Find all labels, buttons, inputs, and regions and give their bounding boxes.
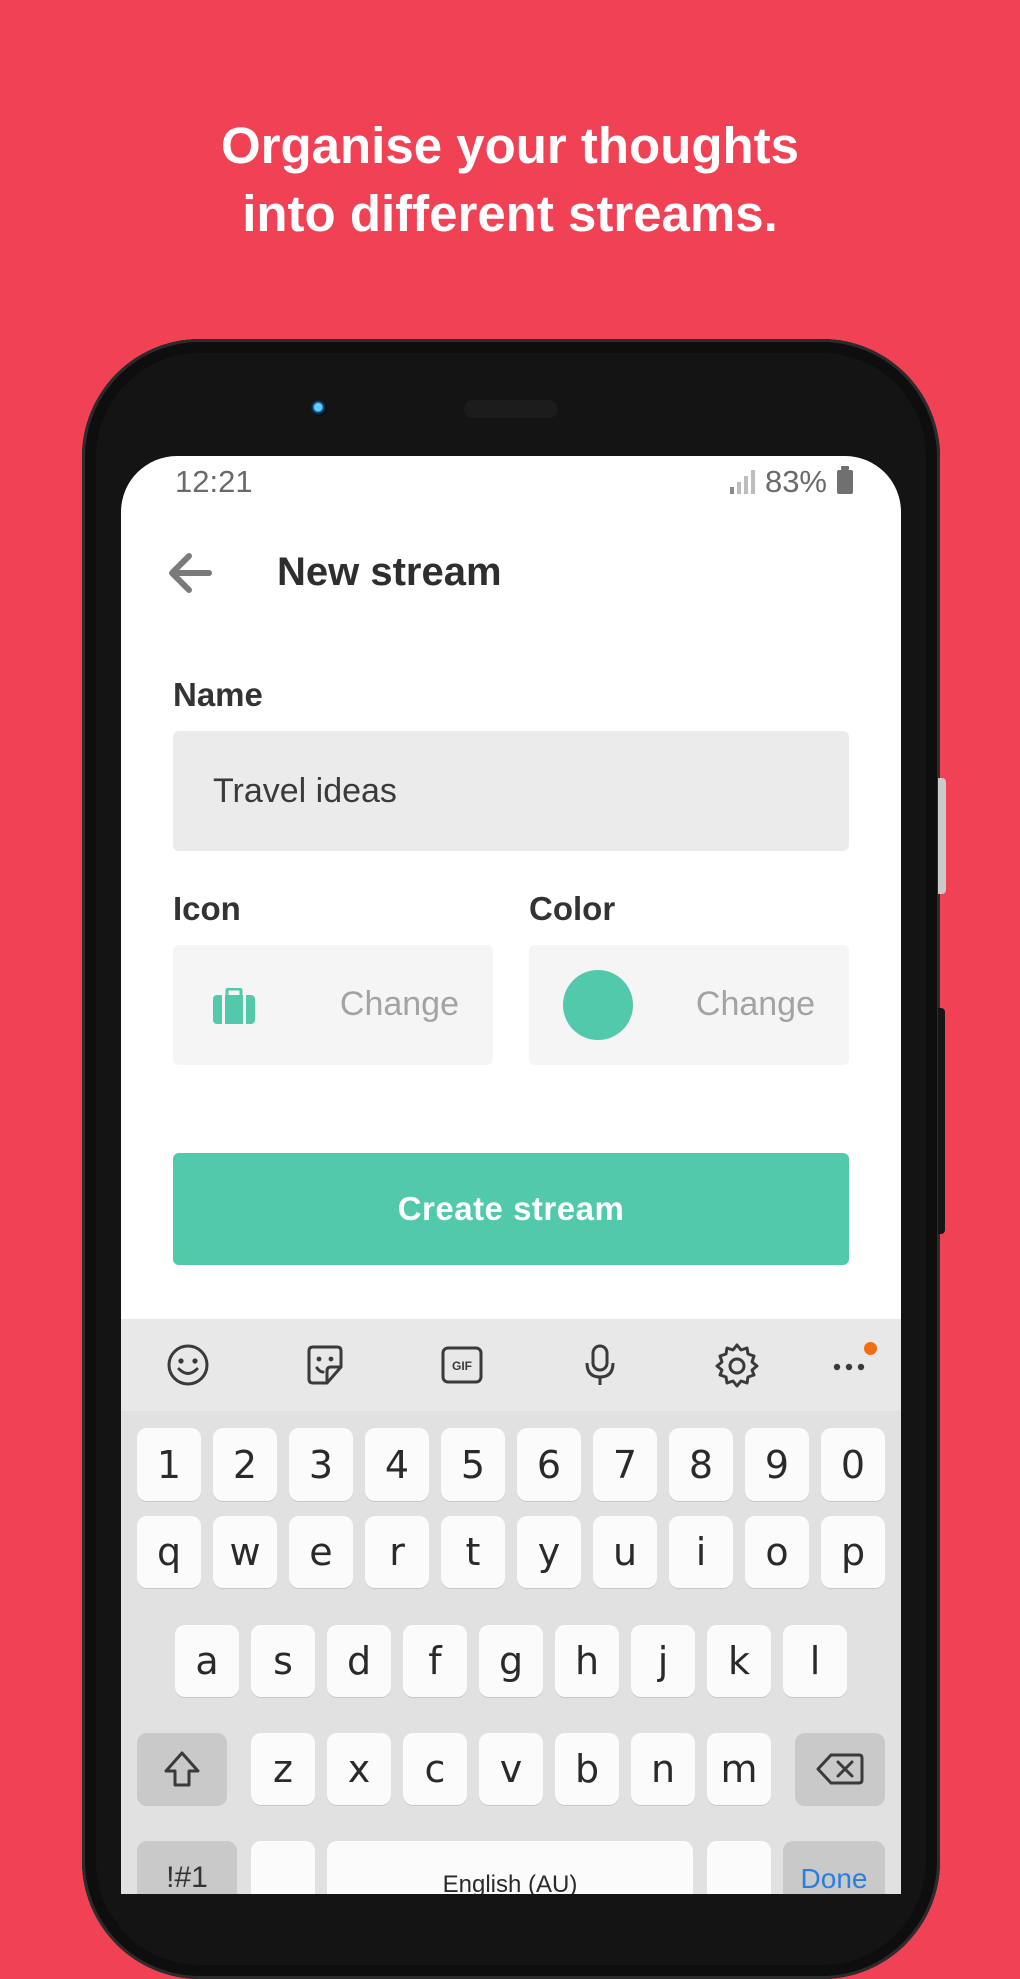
icon-picker[interactable]: Change [173, 945, 493, 1065]
key-9[interactable]: 9 [745, 1428, 809, 1501]
status-bar: 12:21 83% [121, 456, 901, 508]
sticker-icon[interactable] [301, 1341, 349, 1389]
arrow-left-icon[interactable] [159, 548, 219, 598]
earpiece-speaker [464, 400, 558, 418]
color-label: Color [529, 890, 616, 927]
phone-volume-button [938, 778, 946, 894]
done-key[interactable]: Done [783, 1841, 885, 1894]
status-right: 83% [729, 464, 853, 500]
color-swatch [563, 970, 633, 1040]
key-b[interactable]: b [555, 1733, 619, 1805]
key-g[interactable]: g [479, 1625, 543, 1697]
key-j[interactable]: j [631, 1625, 695, 1697]
keyboard-toolbar: GIF [121, 1319, 901, 1411]
key-z[interactable]: z [251, 1733, 315, 1805]
promo-headline: Organise your thoughts into different st… [0, 112, 1020, 248]
key-q[interactable]: q [137, 1516, 201, 1588]
gif-icon-text: GIF [452, 1359, 472, 1373]
phone-power-button [938, 1008, 945, 1234]
key-k[interactable]: k [707, 1625, 771, 1697]
key-5[interactable]: 5 [441, 1428, 505, 1501]
comma-key[interactable] [251, 1841, 315, 1894]
change-icon-button[interactable]: Change [340, 985, 459, 1024]
backspace-key[interactable] [795, 1733, 885, 1805]
key-8[interactable]: 8 [669, 1428, 733, 1501]
notification-dot [864, 1342, 877, 1355]
shift-key[interactable] [137, 1733, 227, 1805]
key-s[interactable]: s [251, 1625, 315, 1697]
key-1[interactable]: 1 [137, 1428, 201, 1501]
key-p[interactable]: p [821, 1516, 885, 1588]
key-i[interactable]: i [669, 1516, 733, 1588]
create-stream-button[interactable]: Create stream [173, 1153, 849, 1265]
promo-headline-line-2: into different streams. [242, 185, 778, 242]
promo-headline-line-1: Organise your thoughts [220, 117, 800, 174]
backspace-icon [816, 1753, 864, 1785]
key-h[interactable]: h [555, 1625, 619, 1697]
settings-icon[interactable] [713, 1341, 761, 1389]
color-picker[interactable]: Change [529, 945, 849, 1065]
key-f[interactable]: f [403, 1625, 467, 1697]
key-n[interactable]: n [631, 1733, 695, 1805]
key-m[interactable]: m [707, 1733, 771, 1805]
app-bar: New stream [121, 528, 901, 618]
period-key[interactable] [707, 1841, 771, 1894]
key-c[interactable]: c [403, 1733, 467, 1805]
key-a[interactable]: a [175, 1625, 239, 1697]
key-0[interactable]: 0 [821, 1428, 885, 1501]
key-t[interactable]: t [441, 1516, 505, 1588]
gif-icon[interactable]: GIF [438, 1341, 486, 1389]
icon-label: Icon [173, 890, 241, 927]
shift-icon [164, 1751, 200, 1787]
stream-name-input[interactable]: Travel ideas [173, 731, 849, 851]
status-time: 12:21 [175, 464, 253, 499]
key-3[interactable]: 3 [289, 1428, 353, 1501]
key-v[interactable]: v [479, 1733, 543, 1805]
battery-percentage: 83% [764, 464, 827, 499]
symbols-key[interactable]: !#1 [137, 1841, 237, 1894]
key-r[interactable]: r [365, 1516, 429, 1588]
emoji-icon[interactable] [164, 1341, 212, 1389]
battery-icon [837, 466, 853, 494]
page-title: New stream [277, 550, 502, 594]
front-camera [311, 400, 327, 416]
name-label: Name [173, 676, 263, 713]
space-key[interactable]: English (AU) [327, 1841, 693, 1894]
key-u[interactable]: u [593, 1516, 657, 1588]
change-color-button[interactable]: Change [696, 985, 815, 1024]
key-7[interactable]: 7 [593, 1428, 657, 1501]
phone-screen: 12:21 83% New stream Name Travel ideas I… [121, 456, 901, 1894]
key-6[interactable]: 6 [517, 1428, 581, 1501]
signal-icon [729, 470, 755, 494]
key-o[interactable]: o [745, 1516, 809, 1588]
briefcase-icon [213, 987, 255, 1024]
key-y[interactable]: y [517, 1516, 581, 1588]
key-2[interactable]: 2 [213, 1428, 277, 1501]
key-w[interactable]: w [213, 1516, 277, 1588]
on-screen-keyboard: GIF 1234567890 qwertyuiop asdfghjkl zxcvbnm… [121, 1319, 901, 1894]
key-e[interactable]: e [289, 1516, 353, 1588]
microphone-icon[interactable] [576, 1341, 624, 1389]
key-d[interactable]: d [327, 1625, 391, 1697]
key-l[interactable]: l [783, 1625, 847, 1697]
key-4[interactable]: 4 [365, 1428, 429, 1501]
key-x[interactable]: x [327, 1733, 391, 1805]
